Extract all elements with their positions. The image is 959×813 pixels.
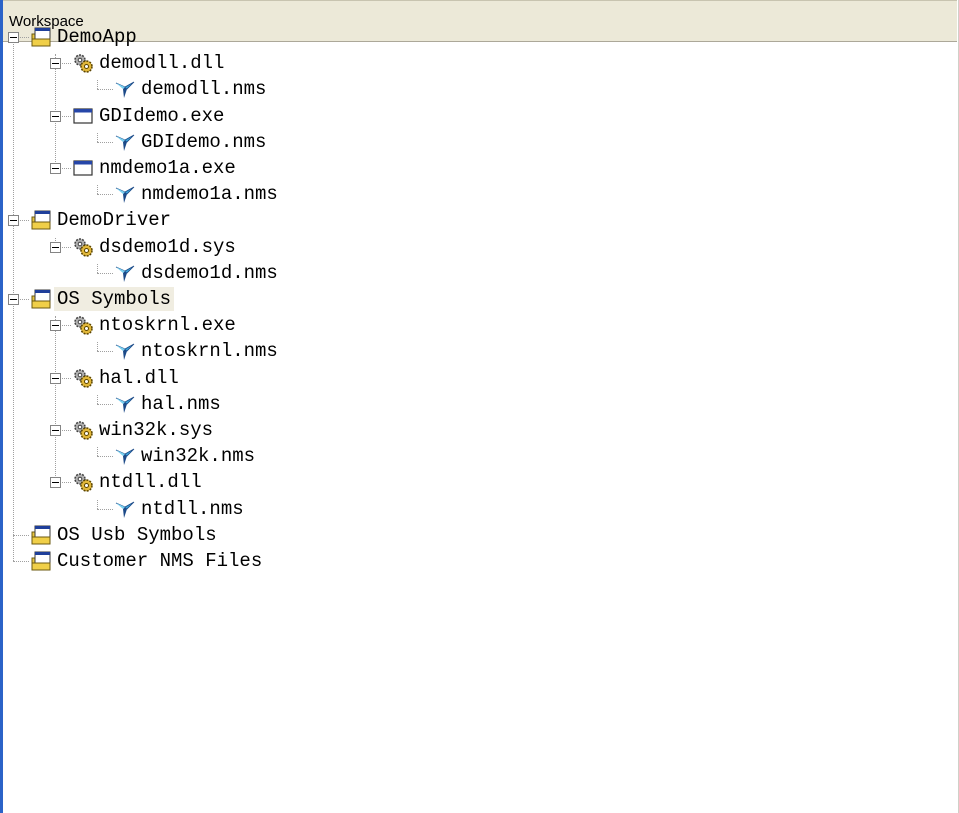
symbol-file-icon: [114, 183, 136, 205]
gears-icon: [72, 314, 94, 336]
window-icon: [72, 105, 94, 127]
symbol-file-icon: [114, 340, 136, 362]
tree-node-label: OS Symbols: [54, 287, 175, 311]
tree-connector: [97, 499, 98, 509]
tree-connector: [13, 561, 29, 562]
tree-connector: [55, 316, 56, 483]
tree-node-label: ntdll.nms: [141, 497, 244, 520]
tree-node-demoapp[interactable]: DemoApp: [30, 24, 140, 50]
tree-node-nmdemo1a-exe[interactable]: nmdemo1a.exe: [72, 155, 239, 181]
tree-node-label: dsdemo1d.nms: [141, 261, 278, 284]
tree-connector: [97, 194, 113, 196]
gears-icon: [72, 52, 94, 74]
tree-connector: [97, 263, 98, 273]
tree-connector: [97, 403, 113, 405]
collapse-toggle-ntdll-dll[interactable]: [50, 477, 61, 489]
tree-connector: [97, 141, 113, 143]
collapse-toggle-win32k-sys[interactable]: [50, 425, 61, 436]
tree-node-label: DemoDriver: [57, 209, 172, 232]
tree-node-label: DemoApp: [57, 26, 137, 48]
tree-connector: [97, 132, 98, 142]
collapse-toggle-gdidemo-exe[interactable]: [50, 110, 61, 122]
symbol-file-icon: [114, 78, 136, 100]
gears-icon: [72, 367, 94, 389]
tree-node-label: OS Usb Symbols: [57, 523, 217, 546]
gears-icon: [72, 419, 94, 441]
project-icon: [30, 209, 52, 231]
tree-node-label: nmdemo1a.nms: [141, 183, 278, 206]
collapse-toggle-demodriver[interactable]: [8, 215, 19, 227]
collapse-toggle-os-symbols[interactable]: [8, 294, 19, 305]
tree-node-demodll-nms[interactable]: demodll.nms: [114, 76, 269, 102]
tree-node-label: ntoskrnl.exe: [99, 314, 236, 337]
project-icon: [30, 288, 52, 310]
tree-connector: [97, 456, 113, 458]
tree-connector: [97, 342, 98, 352]
symbol-file-icon: [114, 262, 136, 284]
collapse-toggle-demoapp[interactable]: [8, 32, 19, 43]
tree-node-os-symbols[interactable]: OS Symbols: [30, 286, 175, 312]
tree-node-label: demodll.dll: [99, 52, 225, 75]
tree-node-label: ntoskrnl.nms: [141, 340, 278, 363]
collapse-toggle-hal-dll[interactable]: [50, 372, 61, 384]
collapse-toggle-ntoskrnl-exe[interactable]: [50, 320, 61, 332]
project-icon: [30, 26, 52, 48]
workspace-tree[interactable]: DemoApp demodll.dll demodll.nms GDIdemo.exe…: [0, 26, 959, 813]
tree-connector: [13, 534, 29, 536]
tree-connector: [97, 508, 113, 510]
symbol-file-icon: [114, 393, 136, 415]
tree-connector: [97, 394, 98, 404]
project-icon: [30, 524, 52, 546]
tree-connector: [97, 89, 113, 91]
tree-node-gdidemo-exe[interactable]: GDIdemo.exe: [72, 103, 227, 129]
tree-node-nmdemo1a-nms[interactable]: nmdemo1a.nms: [114, 181, 281, 207]
tree-node-label: ntdll.dll: [99, 471, 202, 494]
tree-node-dsdemo1d-sys[interactable]: dsdemo1d.sys: [72, 234, 239, 260]
tree-connector: [97, 185, 98, 195]
tree-node-demodriver[interactable]: DemoDriver: [30, 207, 174, 233]
tree-node-label: demodll.nms: [141, 78, 267, 101]
tree-connector: [97, 447, 98, 457]
tree-node-customer-nms-files[interactable]: Customer NMS Files: [30, 548, 265, 574]
workspace-header: Workspace: [3, 0, 957, 42]
gears-icon: [72, 236, 94, 258]
tree-connector: [97, 80, 98, 90]
gears-icon: [72, 471, 94, 493]
tree-node-label: nmdemo1a.exe: [99, 157, 236, 179]
symbol-file-icon: [114, 131, 136, 153]
tree-node-label: Customer NMS Files: [57, 550, 263, 572]
tree-node-hal-nms[interactable]: hal.nms: [114, 391, 224, 417]
tree-node-demodll-dll[interactable]: demodll.dll: [72, 50, 227, 76]
tree-node-label: win32k.sys: [99, 419, 214, 441]
tree-node-gdidemo-nms[interactable]: GDIdemo.nms: [114, 129, 269, 155]
tree-node-ntoskrnl-exe[interactable]: ntoskrnl.exe: [72, 312, 239, 338]
tree-node-win32k-sys[interactable]: win32k.sys: [72, 417, 216, 443]
tree-node-label: dsdemo1d.sys: [99, 235, 236, 258]
project-icon: [30, 550, 52, 572]
tree-node-os-usb-symbols[interactable]: OS Usb Symbols: [30, 522, 220, 548]
collapse-toggle-dsdemo1d-sys[interactable]: [50, 241, 61, 253]
tree-connector: [97, 351, 113, 353]
tree-node-dsdemo1d-nms[interactable]: dsdemo1d.nms: [114, 260, 281, 286]
workspace-panel: Workspace DemoApp demodll.dll demodll.nms G…: [0, 0, 959, 813]
symbol-file-icon: [114, 498, 136, 520]
tree-node-label: win32k.nms: [141, 445, 256, 468]
tree-node-hal-dll[interactable]: hal.dll: [72, 365, 182, 391]
tree-node-ntdll-dll[interactable]: ntdll.dll: [72, 469, 205, 495]
tree-node-win32k-nms[interactable]: win32k.nms: [114, 443, 258, 469]
tree-connector: [97, 272, 113, 274]
tree-node-label: GDIdemo.exe: [99, 104, 225, 127]
window-icon: [72, 157, 94, 179]
tree-node-ntoskrnl-nms[interactable]: ntoskrnl.nms: [114, 338, 281, 364]
collapse-toggle-nmdemo1a-exe[interactable]: [50, 163, 61, 174]
tree-node-label: GDIdemo.nms: [141, 130, 267, 153]
tree-node-label: hal.nms: [141, 392, 221, 415]
tree-node-label: hal.dll: [99, 366, 179, 389]
symbol-file-icon: [114, 445, 136, 467]
collapse-toggle-demodll-dll[interactable]: [50, 58, 61, 70]
tree-node-ntdll-nms[interactable]: ntdll.nms: [114, 496, 247, 522]
